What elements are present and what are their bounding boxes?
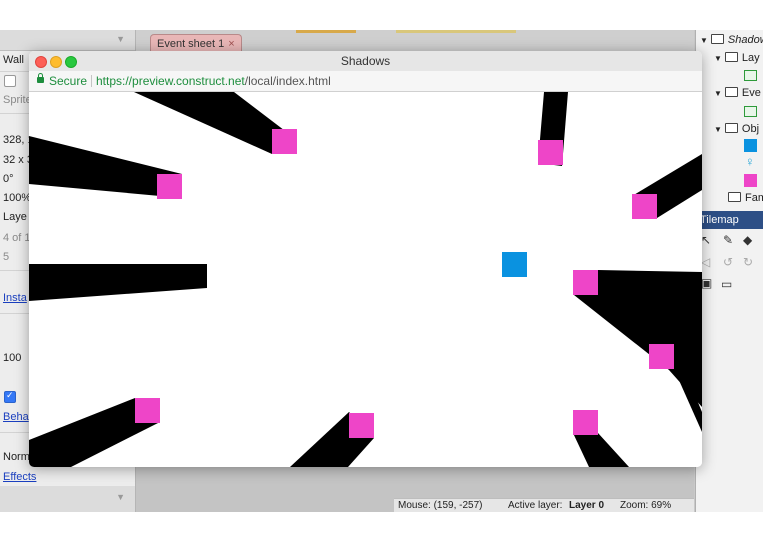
divider — [91, 75, 92, 87]
chevron-down-icon[interactable]: ▼ — [116, 34, 125, 44]
tree-layouts[interactable]: ▼ Lay — [714, 52, 760, 64]
window-title: Shadows — [340, 54, 391, 68]
tab-label: Event sheet 1 — [157, 38, 225, 50]
tree-object-types[interactable]: ▼ Obj — [714, 123, 759, 135]
game-canvas[interactable] — [29, 92, 702, 467]
tree-event-sheets[interactable]: ▼ Eve — [714, 87, 761, 99]
tree-object-types-label: Obj — [741, 123, 760, 135]
close-icon[interactable]: × — [228, 38, 234, 50]
window-titlebar: Shadows — [29, 51, 702, 72]
game-scene — [29, 92, 702, 467]
status-bar: Mouse: (159, -257) Active layer: Layer 0… — [394, 498, 694, 512]
address-bar[interactable]: Secure https://preview.construct.net/loc… — [29, 71, 702, 92]
behaviors-link[interactable]: Beha — [3, 411, 29, 423]
shadow — [29, 264, 207, 301]
rotate-ccw-icon[interactable]: ↺ — [723, 255, 733, 269]
light-sprite-icon[interactable] — [744, 139, 757, 152]
value-field[interactable]: 100 — [3, 352, 21, 364]
expand-triangle-icon[interactable]: ▼ — [714, 54, 722, 63]
zoom-level: Zoom: 69% — [620, 500, 672, 511]
pencil-tool-icon[interactable]: ✎ — [723, 233, 733, 247]
wall-sprite[interactable] — [135, 398, 160, 423]
z-index-field: 4 of 1 — [3, 232, 31, 244]
wall-sprite[interactable] — [573, 410, 598, 435]
properties-header: ▼ — [0, 30, 135, 51]
tree-event-sheets-label: Eve — [741, 87, 761, 99]
secure-label: Secure — [49, 74, 88, 88]
active-layer-value: Layer 0 — [569, 500, 605, 511]
tab-bar: Event sheet 1 × — [136, 30, 694, 53]
effects-link[interactable]: Effects — [3, 471, 36, 483]
pointer-tool-icon[interactable]: ↖ — [701, 233, 711, 247]
blend-mode-field[interactable]: Norm — [3, 451, 30, 463]
folder-icon — [710, 34, 724, 44]
preview-window: Shadows Secure https://preview.construct… — [29, 51, 702, 467]
tree-root[interactable]: ▼ Shadow — [700, 34, 763, 46]
event-sheet-icon[interactable] — [744, 106, 757, 117]
tree-families-label: Fam — [745, 192, 763, 204]
tilemap-panel-header[interactable]: Tilemap — [696, 211, 763, 229]
url-host: https://preview.construct.net — [96, 74, 245, 88]
expand-triangle-icon[interactable]: ▼ — [700, 36, 708, 45]
wall-sprite[interactable] — [349, 413, 374, 438]
wall-sprite[interactable] — [649, 344, 674, 369]
shadow — [573, 433, 629, 467]
tab-accent — [396, 30, 516, 33]
uid-field: 5 — [3, 251, 10, 263]
active-layer-label: Active layer: — [508, 500, 563, 511]
tree-root-label: Shadow — [727, 34, 763, 46]
chevron-down-icon[interactable]: ▼ — [116, 492, 125, 502]
folder-icon — [724, 123, 738, 133]
instance-variables-link[interactable]: Insta — [3, 292, 27, 304]
tree-layouts-label: Lay — [741, 52, 760, 64]
wall-sprite-icon[interactable] — [744, 174, 757, 187]
properties-footer: ▼ — [0, 486, 135, 512]
light-sprite[interactable] — [502, 252, 527, 277]
expand-triangle-icon[interactable]: ▼ — [714, 89, 722, 98]
wall-sprite[interactable] — [632, 194, 657, 219]
mirror-tool-icon[interactable]: ◁ — [701, 255, 710, 269]
folder-icon — [724, 87, 738, 97]
wall-sprite[interactable] — [573, 270, 598, 295]
rotate-cw-icon[interactable]: ↻ — [743, 255, 753, 269]
enabled-checkbox[interactable] — [4, 390, 16, 403]
save-tool-icon[interactable]: ▣ — [701, 276, 712, 290]
lightbulb-icon[interactable]: ♀ — [745, 154, 755, 169]
eraser-tool-icon[interactable]: ◆ — [743, 233, 752, 247]
url-text[interactable]: https://preview.construct.net/local/inde… — [96, 71, 331, 91]
angle-field[interactable]: 0° — [3, 173, 14, 185]
opacity-field[interactable]: 100% — [3, 192, 31, 204]
project-panel: ▼ Shadow ▼ Lay ▼ Eve ▼ Obj ♀ Fam Tilemap ↖ ✎… — [695, 30, 763, 512]
expand-triangle-icon[interactable]: ▼ — [714, 125, 722, 134]
url-path: /local/index.html — [244, 74, 331, 88]
mouse-coordinates: Mouse: (159, -257) — [398, 500, 483, 511]
folder-open-icon[interactable]: ▭ — [721, 277, 732, 291]
object-type: Sprite — [3, 94, 32, 106]
wall-sprite[interactable] — [272, 129, 297, 154]
wall-sprite[interactable] — [538, 140, 563, 165]
layout-icon[interactable] — [744, 70, 757, 81]
layer-field[interactable]: Laye — [3, 211, 27, 223]
object-name: Wall — [3, 54, 24, 66]
tree-families[interactable]: Fam — [728, 192, 763, 204]
global-checkbox[interactable] — [4, 75, 16, 87]
lock-icon — [37, 73, 44, 83]
folder-icon — [724, 52, 738, 62]
folder-icon — [728, 192, 741, 202]
tab-accent — [296, 30, 356, 33]
wall-sprite[interactable] — [157, 174, 182, 199]
